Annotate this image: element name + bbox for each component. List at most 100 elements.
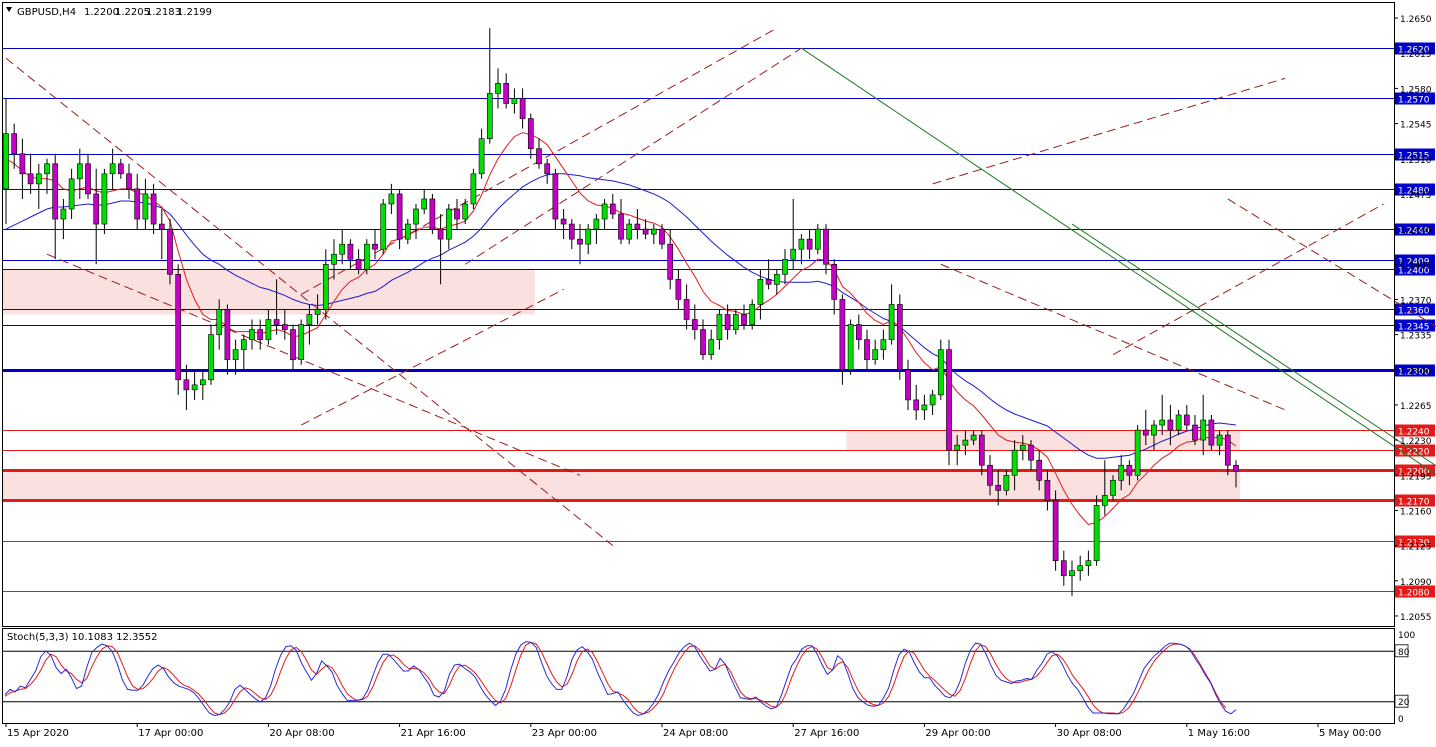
candle-body (175, 274, 182, 381)
candle-body (495, 83, 501, 94)
candle-body (437, 228, 444, 240)
candle-body (478, 138, 485, 175)
candle-body (1019, 444, 1026, 451)
candle-body (1052, 500, 1059, 561)
candle-body (995, 485, 1002, 491)
candle-body (831, 263, 838, 300)
candle-body (134, 188, 141, 220)
price-tick-label: 1.2125 (1400, 543, 1432, 553)
candle-body (60, 208, 67, 220)
candle-body (372, 243, 378, 250)
bear-candle (175, 264, 182, 395)
candle-body (519, 98, 526, 119)
candle-body (1044, 479, 1051, 501)
candle-body (224, 309, 231, 361)
candle-body (921, 404, 928, 411)
candle-body (913, 399, 920, 411)
candle-body (142, 193, 149, 220)
candle-body (1036, 459, 1043, 481)
candle-body (380, 203, 387, 250)
candle-body (888, 304, 895, 340)
price-tick-label: 1.2195 (1400, 472, 1432, 482)
level-tag-label: 1.2240 (1398, 428, 1430, 438)
price-tick-label: 1.2160 (1400, 507, 1432, 517)
candle-body (798, 238, 805, 250)
time-tick-label: 5 May 00:00 (1319, 728, 1381, 739)
candle-body (413, 208, 419, 225)
candle-body (109, 163, 116, 175)
stoch-label: Stoch(5,3,3) 10.1083 12.3552 (7, 632, 158, 643)
candle-body (257, 329, 264, 340)
candle-body (445, 208, 452, 240)
time-tick-label: 29 Apr 00:00 (925, 728, 990, 739)
candle-body (855, 324, 862, 340)
candle-body (101, 173, 108, 225)
candle-body (1077, 565, 1084, 572)
candle-body (732, 314, 739, 330)
candle-body (126, 173, 132, 190)
candle-body (527, 118, 534, 150)
level-tag-label: 1.2080 (1398, 589, 1430, 599)
candle-body (249, 329, 255, 340)
candle-body (708, 339, 715, 355)
candle-body (1085, 560, 1092, 567)
time-tick-label: 27 Apr 16:00 (794, 728, 859, 739)
price-tick-label: 1.2265 (1400, 402, 1432, 412)
chart-window: 1.2620 1.2570 1.2515 1.2480 1.2440 1.2409 1.24… (0, 0, 1436, 743)
candle-body (93, 193, 100, 225)
candle-body (281, 324, 288, 330)
candle-body (208, 334, 214, 381)
candle-body (199, 379, 206, 386)
candle-body (946, 349, 952, 451)
candle-body (421, 198, 428, 210)
candle-body (978, 434, 985, 466)
candle-body (618, 213, 624, 240)
candle-body (1003, 474, 1010, 491)
symbol-header: GBPUSD,H4 (17, 7, 76, 18)
header-low: 1.2183 (146, 7, 181, 18)
candle-body (1192, 424, 1198, 441)
candle-body (1200, 419, 1207, 441)
candle-body (1159, 419, 1166, 426)
candle-body (749, 304, 756, 325)
candle-body (987, 464, 993, 486)
candle-body (355, 258, 362, 270)
bull-candle (363, 239, 370, 275)
price-tick-label: 1.2055 (1400, 613, 1432, 623)
bull-candle (847, 319, 854, 375)
candle-body (240, 339, 247, 350)
candle-body (741, 314, 747, 325)
candle-body (1224, 434, 1231, 466)
candle-body (790, 248, 797, 260)
candle-body (265, 319, 272, 340)
candle-body (1216, 434, 1223, 446)
candle-body (814, 228, 821, 250)
candle-body (675, 279, 682, 300)
candle-body (347, 243, 354, 260)
bull-candle (101, 168, 108, 235)
candle-body (823, 228, 829, 265)
candle-body (609, 203, 616, 215)
candle-body (486, 93, 493, 139)
candle-body (970, 434, 977, 441)
candle-body (1175, 414, 1182, 431)
candle-body (52, 163, 59, 220)
candle-body (642, 228, 649, 235)
stoch-tick-label: 20 (1398, 698, 1410, 708)
price-chart[interactable]: 1.26201.25701.25151.24801.24401.24091.24… (0, 0, 1436, 743)
candle-body (388, 193, 395, 205)
stoch-tick-label: 80 (1398, 648, 1410, 658)
price-tick-label: 1.2580 (1400, 85, 1432, 95)
candle-body (150, 193, 157, 225)
bull-candle (1093, 495, 1100, 566)
price-tick-label: 1.2650 (1400, 15, 1432, 25)
candle-body (872, 349, 879, 361)
candle-body (1069, 570, 1075, 577)
candle-body (1101, 495, 1108, 506)
candle-body (659, 228, 665, 245)
candle-body (429, 198, 436, 230)
candle-body (1208, 419, 1215, 446)
price-tick-label: 1.2615 (1400, 50, 1432, 60)
candle-body (35, 173, 42, 185)
candle-body (667, 243, 674, 280)
